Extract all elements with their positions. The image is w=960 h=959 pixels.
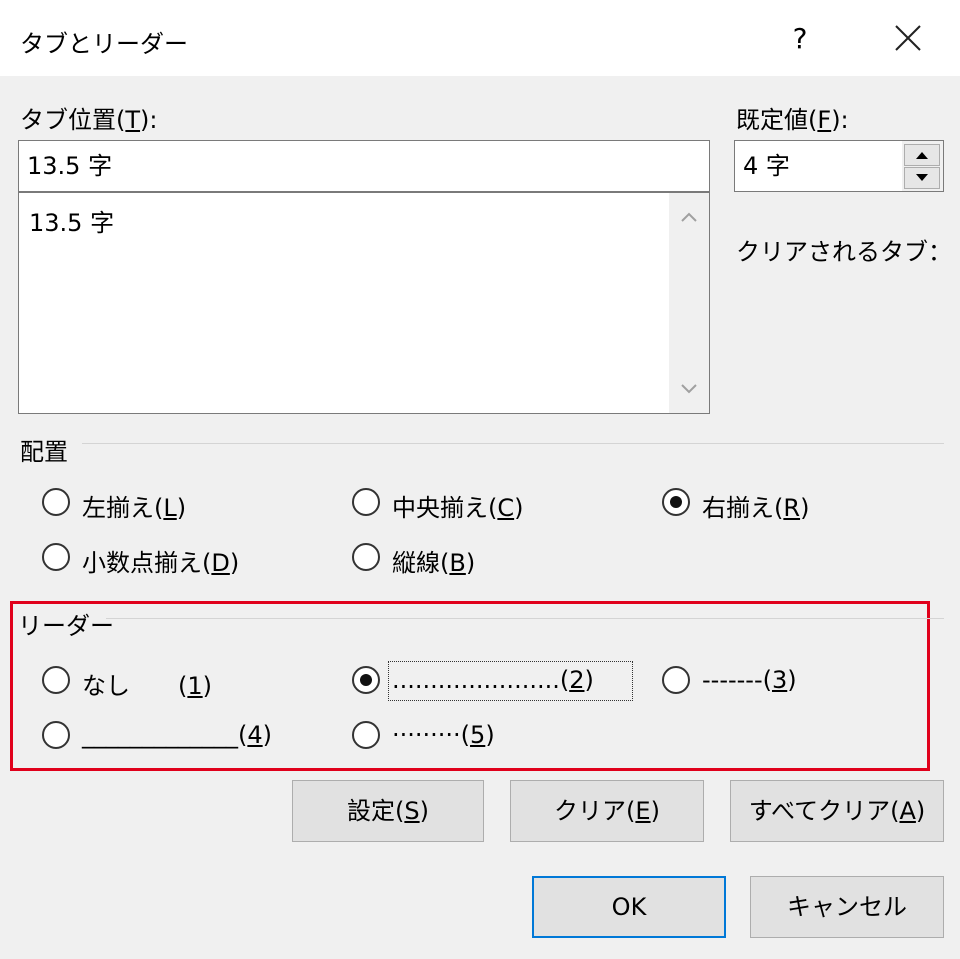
alignment-group-title: 配置	[20, 438, 68, 466]
leader-dots-radio[interactable]	[352, 666, 380, 694]
leader-dashes-radio[interactable]	[662, 666, 690, 694]
close-button[interactable]	[878, 10, 938, 68]
chevron-up-icon[interactable]	[679, 207, 699, 227]
tab-position-input[interactable]: 13.5 字	[18, 140, 710, 192]
align-center-radio[interactable]	[352, 488, 380, 516]
leader-none-label[interactable]: なし (1)	[82, 666, 212, 701]
leader-dots-label[interactable]: ......................(2)	[392, 666, 594, 694]
clear-button[interactable]: クリア(E)	[510, 780, 704, 842]
align-right-label[interactable]: 右揃え(R)	[702, 488, 809, 523]
title-bar: タブとリーダー ?	[0, 0, 960, 76]
tab-position-list[interactable]: 13.5 字	[18, 192, 710, 414]
leader-underline-radio[interactable]	[42, 721, 70, 749]
close-icon	[895, 25, 921, 51]
list-scrollbar[interactable]	[669, 193, 709, 413]
alignment-divider	[82, 443, 944, 444]
align-decimal-label[interactable]: 小数点揃え(D)	[82, 543, 239, 578]
leader-middot-label[interactable]: ·········(5)	[392, 721, 495, 749]
align-left-radio[interactable]	[42, 488, 70, 516]
leader-divider	[106, 618, 944, 619]
chevron-down-icon[interactable]	[679, 379, 699, 399]
default-tabs-label: 既定値(F):	[736, 106, 849, 134]
spin-up-button[interactable]	[904, 144, 940, 166]
align-decimal-radio[interactable]	[42, 543, 70, 571]
dialog-title: タブとリーダー	[20, 30, 188, 58]
leader-dashes-label[interactable]: -------(3)	[702, 666, 797, 694]
leader-none-radio[interactable]	[42, 666, 70, 694]
help-button[interactable]: ?	[776, 10, 824, 68]
align-left-label[interactable]: 左揃え(L)	[82, 488, 186, 523]
tabs-to-clear-label: クリアされるタブ：	[736, 238, 952, 266]
set-button[interactable]: 設定(S)	[292, 780, 484, 842]
leader-underline-label[interactable]: _____________(4)	[82, 721, 272, 749]
leader-group-title: リーダー	[18, 612, 114, 640]
triangle-up-icon	[916, 152, 928, 159]
clear-all-button[interactable]: すべてクリア(A)	[730, 780, 944, 842]
default-tabs-input[interactable]: 4 字	[734, 140, 902, 192]
cancel-button[interactable]: キャンセル	[750, 876, 944, 938]
default-tabs-spinner[interactable]	[902, 140, 944, 192]
triangle-down-icon	[916, 174, 928, 181]
spin-down-button[interactable]	[904, 167, 940, 189]
align-right-radio[interactable]	[662, 488, 690, 516]
ok-button[interactable]: OK	[532, 876, 726, 938]
list-item[interactable]: 13.5 字	[29, 203, 114, 238]
leader-middot-radio[interactable]	[352, 721, 380, 749]
align-center-label[interactable]: 中央揃え(C)	[392, 488, 524, 523]
align-bar-label[interactable]: 縦線(B)	[392, 543, 475, 578]
tab-position-label: タブ位置(T):	[20, 106, 158, 134]
align-bar-radio[interactable]	[352, 543, 380, 571]
